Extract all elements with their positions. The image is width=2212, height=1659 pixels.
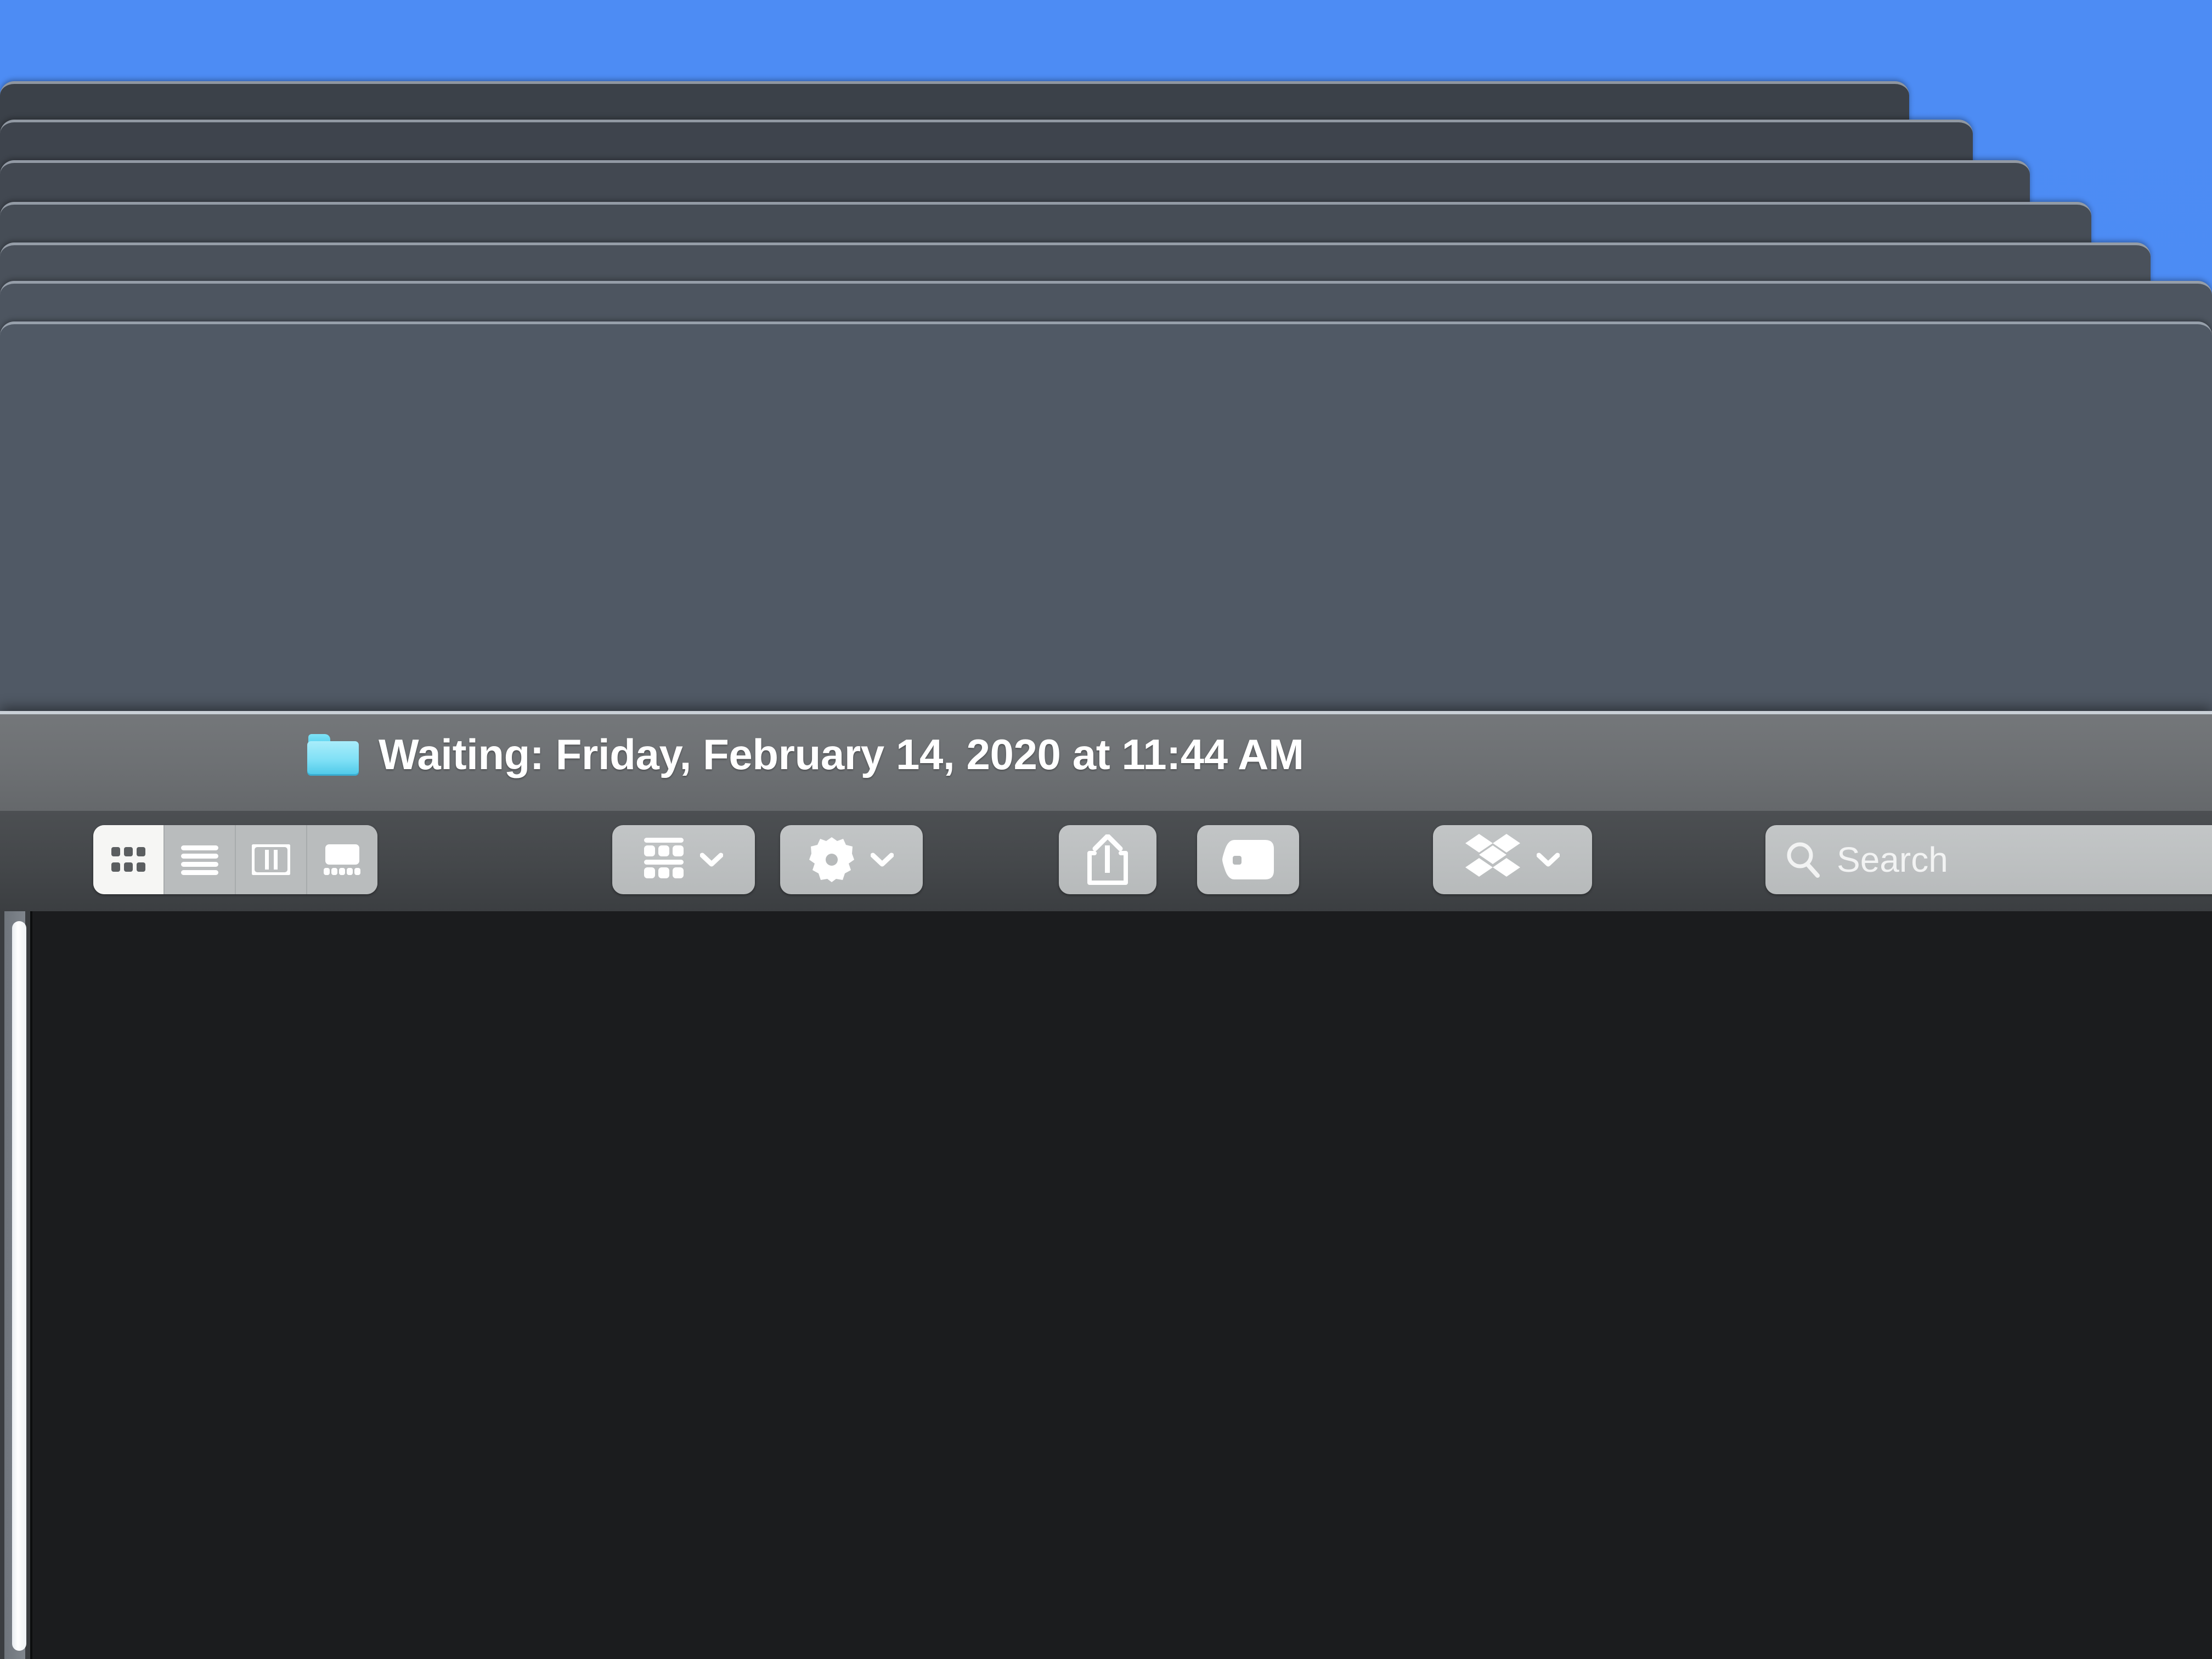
- chevron-down-icon: [1537, 853, 1560, 867]
- view-mode-list-button[interactable]: [165, 825, 236, 894]
- share-icon: [1087, 834, 1128, 885]
- group-items-button[interactable]: [612, 825, 755, 894]
- scrollbar-thumb[interactable]: [12, 921, 26, 1651]
- screenshot-stage: Waiting: Friday, February 14, 2020 at 11…: [0, 0, 2212, 1659]
- view-mode-segmented-control[interactable]: [93, 825, 377, 894]
- finder-content-area: [0, 911, 2212, 1659]
- search-icon: [1787, 842, 1820, 878]
- finder-toolbar: Search: [0, 811, 2212, 911]
- finder-window: Waiting: Friday, February 14, 2020 at 11…: [0, 711, 2212, 1659]
- chevron-down-icon: [871, 853, 894, 867]
- folder-icon: [307, 733, 360, 776]
- finder-titlebar[interactable]: Waiting: Friday, February 14, 2020 at 11…: [0, 711, 2212, 811]
- view-mode-column-button[interactable]: [236, 825, 307, 894]
- tags-button[interactable]: [1197, 825, 1299, 894]
- view-mode-gallery-button[interactable]: [307, 825, 377, 894]
- group-rows-icon: [644, 838, 684, 878]
- scrollbar-track[interactable]: [4, 911, 26, 1659]
- columns-icon: [252, 844, 290, 875]
- background-window-stack: [0, 0, 2212, 758]
- action-menu-button[interactable]: [780, 825, 923, 894]
- chevron-down-icon: [700, 853, 723, 867]
- share-button[interactable]: [1059, 825, 1156, 894]
- gear-icon: [809, 837, 854, 882]
- search-field[interactable]: Search: [1765, 825, 2212, 894]
- sidebar-scroll-strip: [0, 911, 32, 1659]
- search-placeholder: Search: [1837, 840, 1948, 879]
- file-list-pane[interactable]: [32, 911, 2212, 1659]
- dropbox-button[interactable]: [1433, 825, 1592, 894]
- stacked-window-7[interactable]: [0, 321, 2212, 758]
- grid-icon: [111, 847, 145, 872]
- view-mode-icon-button[interactable]: [93, 825, 165, 894]
- title-row: Waiting: Friday, February 14, 2020 at 11…: [0, 730, 2212, 780]
- window-title: Waiting: Friday, February 14, 2020 at 11…: [379, 730, 1304, 778]
- dropbox-icon: [1465, 834, 1520, 877]
- list-lines-icon: [181, 845, 218, 875]
- tag-icon: [1222, 840, 1274, 879]
- gallery-icon: [324, 844, 360, 875]
